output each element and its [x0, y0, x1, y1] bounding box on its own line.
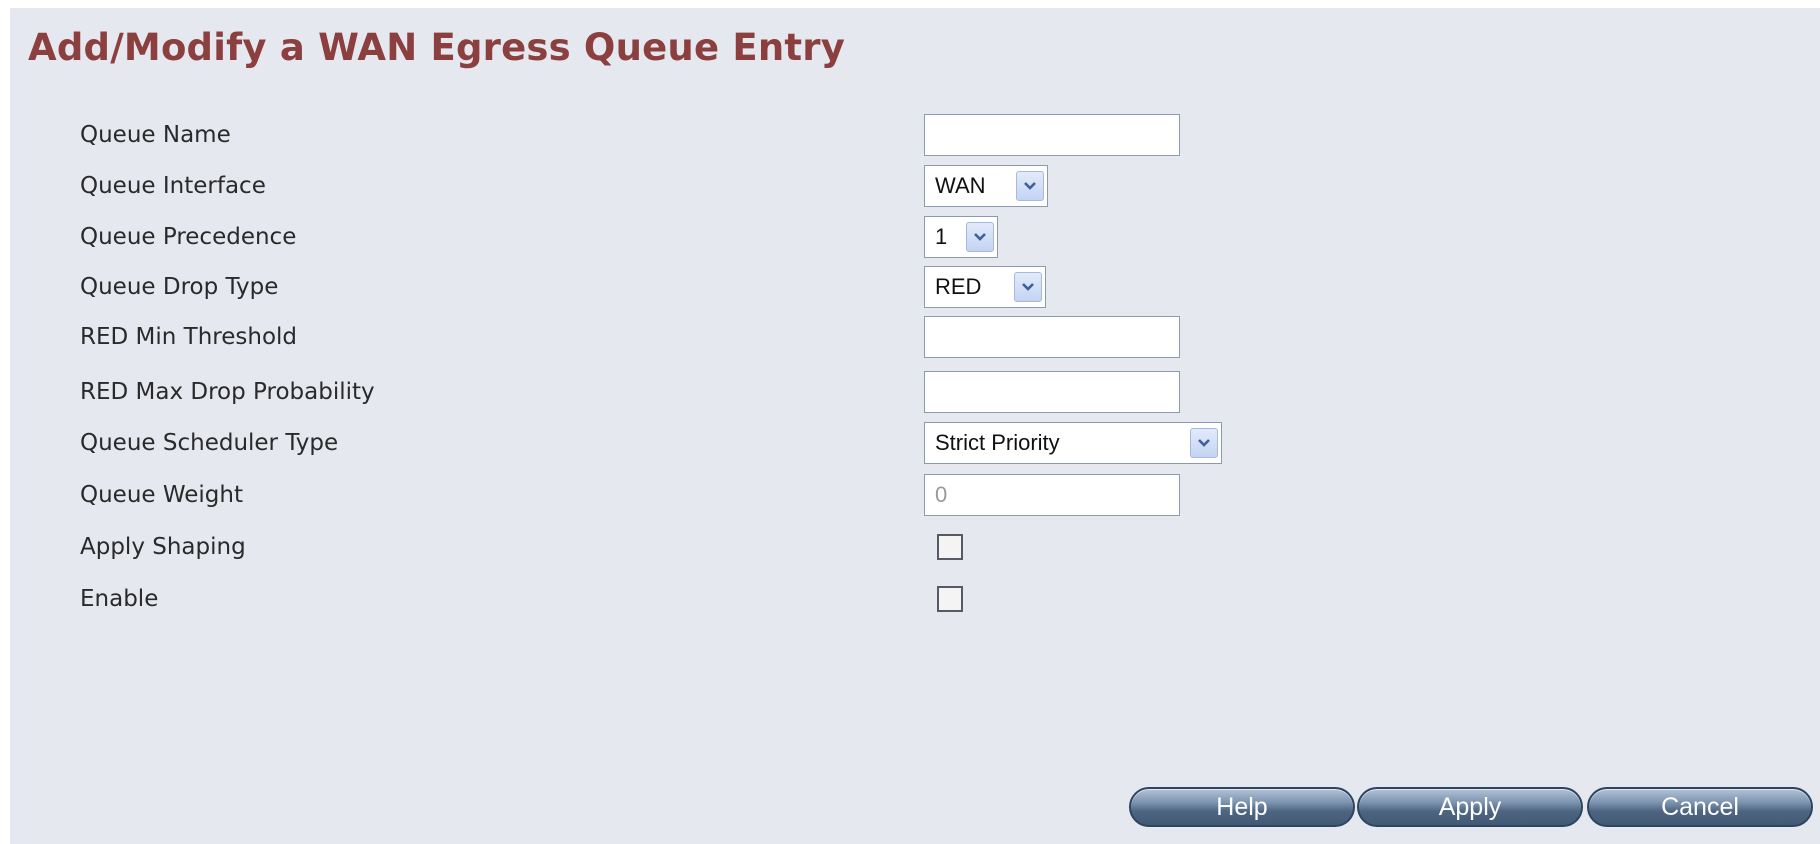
- queue-scheduler-type-select[interactable]: Strict Priority: [924, 422, 1222, 464]
- form-panel: [10, 8, 1820, 844]
- red-min-threshold-label: RED Min Threshold: [80, 324, 298, 350]
- queue-weight-label: Queue Weight: [80, 482, 243, 508]
- queue-name-label: Queue Name: [80, 122, 231, 148]
- queue-scheduler-type-label: Queue Scheduler Type: [80, 430, 339, 456]
- queue-interface-select[interactable]: WAN: [924, 165, 1048, 207]
- queue-precedence-value: 1: [935, 224, 948, 249]
- queue-interface-value: WAN: [935, 173, 986, 198]
- queue-precedence-select[interactable]: 1: [924, 216, 998, 258]
- queue-scheduler-type-value: Strict Priority: [935, 430, 1060, 455]
- chevron-down-icon[interactable]: [1014, 272, 1042, 302]
- apply-button[interactable]: Apply: [1357, 787, 1583, 827]
- queue-name-input[interactable]: [924, 114, 1180, 156]
- chevron-down-icon[interactable]: [1190, 428, 1218, 458]
- help-button[interactable]: Help: [1129, 787, 1355, 827]
- red-max-drop-probability-input[interactable]: [924, 371, 1180, 413]
- red-max-drop-probability-label: RED Max Drop Probability: [80, 379, 375, 405]
- enable-checkbox[interactable]: [937, 586, 963, 612]
- page-title: Add/Modify a WAN Egress Queue Entry: [28, 26, 846, 69]
- queue-precedence-label: Queue Precedence: [80, 224, 297, 250]
- enable-label: Enable: [80, 586, 159, 612]
- chevron-down-icon[interactable]: [1016, 171, 1044, 201]
- queue-interface-label: Queue Interface: [80, 173, 266, 199]
- red-min-threshold-input[interactable]: [924, 316, 1180, 358]
- queue-weight-input[interactable]: [924, 474, 1180, 516]
- apply-shaping-checkbox[interactable]: [937, 534, 963, 560]
- chevron-down-icon[interactable]: [966, 222, 994, 252]
- queue-drop-type-select[interactable]: RED: [924, 266, 1046, 308]
- queue-drop-type-label: Queue Drop Type: [80, 274, 279, 300]
- cancel-button[interactable]: Cancel: [1587, 787, 1813, 827]
- queue-drop-type-value: RED: [935, 274, 982, 299]
- apply-shaping-label: Apply Shaping: [80, 534, 246, 560]
